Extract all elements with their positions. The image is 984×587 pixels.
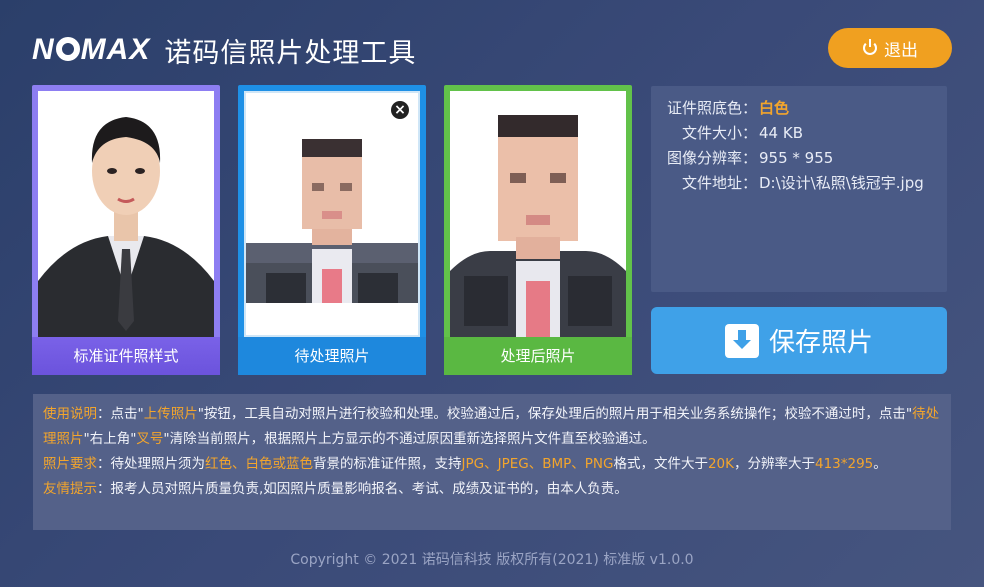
usage-instructions: 使用说明：点击"上传照片"按钮，工具自动对照片进行校验和处理。校验通过后，保存处…: [43, 402, 941, 452]
usage-text-4: "清除当前照片，根据照片上方显示的不通过原因重新选择照片文件直至校验通过。: [163, 431, 656, 447]
photo-requirements: 照片要求：待处理照片须为红色、白色或蓝色背景的标准证件照，支持JPG、JPEG、…: [43, 452, 941, 477]
pending-person-image: [246, 93, 418, 335]
req-text-4: ，分辨率大于: [733, 456, 815, 472]
req-text-3: 格式，文件大于: [613, 456, 708, 472]
instructions-panel: 使用说明：点击"上传照片"按钮，工具自动对照片进行校验和处理。校验通过后，保存处…: [33, 394, 951, 530]
usage-title: 使用说明: [43, 406, 97, 422]
pending-photo-card[interactable]: 待处理照片: [238, 85, 426, 375]
tip-title: 友情提示: [43, 481, 97, 497]
info-row-resolution: 图像分辨率： 955 * 955: [663, 146, 935, 171]
req-colors-hl: 红色、白色或蓝色: [205, 456, 313, 472]
processed-photo: [450, 91, 626, 337]
tip-text: ：报考人员对照片质量负责,如因照片质量影响报名、考试、成绩及证书的，由本人负责。: [97, 481, 628, 497]
req-text-5: 。: [873, 456, 887, 472]
app-title: 诺码信照片处理工具: [164, 37, 417, 69]
processed-person-image: [450, 91, 626, 337]
app-header: N MAX 诺码信照片处理工具: [32, 30, 416, 70]
clear-photo-button[interactable]: ×: [388, 98, 412, 122]
info-row-file-size: 文件大小： 44 KB: [663, 121, 935, 146]
file-size-key: 文件大小：: [681, 124, 757, 142]
usage-text-1: ：点击": [97, 406, 144, 422]
sample-photo: [38, 91, 214, 337]
download-icon: [724, 323, 759, 358]
sample-card-label: 标准证件照样式: [32, 337, 220, 375]
save-label: 保存照片: [768, 328, 873, 358]
req-title: 照片要求: [43, 456, 97, 472]
processed-photo-card: 处理后照片: [444, 85, 632, 375]
exit-button[interactable]: 退出: [828, 28, 952, 68]
processed-card-label: 处理后照片: [444, 337, 632, 375]
close-icon: ×: [394, 102, 406, 118]
power-icon: [862, 39, 878, 56]
info-row-bg-color: 证件照底色： 白色: [663, 96, 935, 121]
req-size-hl: 20K: [707, 456, 734, 472]
info-row-path: 文件地址： D:\设计\私照\钱冠宇.jpg: [663, 171, 935, 196]
bg-color-key: 证件照底色：: [666, 99, 757, 117]
usage-upload-hl: 上传照片: [143, 406, 198, 422]
req-res-hl: 413*295: [814, 456, 874, 472]
save-photo-button[interactable]: 保存照片: [651, 307, 947, 374]
req-text-2: 背景的标准证件照，支持: [313, 456, 462, 472]
friendly-tip: 友情提示：报考人员对照片质量负责,如因照片质量影响报名、考试、成绩及证书的，由本…: [43, 477, 941, 502]
photo-info-panel: 证件照底色： 白色 文件大小： 44 KB 图像分辨率： 955 * 955 文…: [651, 86, 947, 292]
sample-photo-card: 标准证件照样式: [32, 85, 220, 375]
usage-x-hl: 叉号: [136, 431, 164, 447]
pending-photo: [244, 91, 420, 337]
pending-card-label: 待处理照片: [238, 337, 426, 375]
file-size-value: 44 KB: [759, 124, 803, 142]
sample-person-image: [38, 91, 214, 337]
usage-text-3: "右上角": [83, 431, 137, 447]
path-value: D:\设计\私照\钱冠宇.jpg: [759, 174, 924, 192]
bg-color-value: 白色: [759, 99, 790, 117]
nomax-logo: N MAX: [32, 33, 151, 66]
req-formats-hl: JPG、JPEG、BMP、PNG: [461, 456, 614, 472]
usage-text-2: "按钮，工具自动对照片进行校验和处理。校验通过后，保存处理后的照片用于相关业务系…: [197, 406, 913, 422]
exit-label: 退出: [884, 40, 918, 61]
path-key: 文件地址：: [681, 174, 757, 192]
copyright-footer: Copyright © 2021 诺码信科技 版权所有(2021) 标准版 v1…: [290, 552, 694, 568]
resolution-key: 图像分辨率：: [666, 149, 757, 167]
req-text-1: ：待处理照片须为: [97, 456, 205, 472]
resolution-value: 955 * 955: [759, 149, 834, 167]
